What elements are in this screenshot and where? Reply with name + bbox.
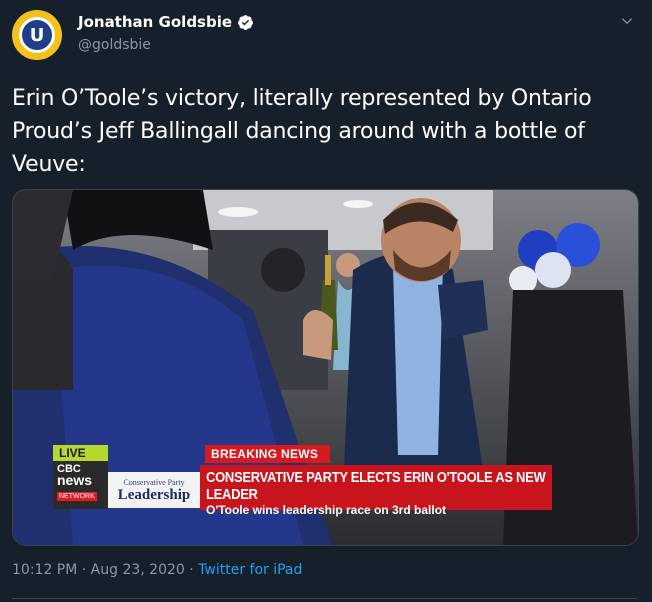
display-name[interactable]: Jonathan Goldsbie	[78, 13, 232, 31]
program-subtitle: Conservative Party	[123, 477, 185, 487]
news-subheadline: O'Toole wins leadership race on 3rd ball…	[206, 503, 447, 517]
tweet-timestamp[interactable]: 10:12 PM · Aug 23, 2020 ·	[12, 562, 198, 578]
union-logo-icon: U	[19, 17, 55, 53]
tweet-media-image[interactable]: LIVE CBC news NETWORK Conservative Party…	[12, 189, 639, 546]
avatar-letter: U	[29, 24, 45, 46]
verified-badge-icon	[238, 14, 253, 30]
cbc-network-label: NETWORK	[57, 492, 97, 501]
tweet-meta: 10:12 PM · Aug 23, 2020 · Twitter for iP…	[12, 562, 302, 578]
news-headline-box: CONSERVATIVE PARTY ELECTS ERIN O'TOOLE A…	[200, 465, 552, 517]
tweet-source-link[interactable]: Twitter for iPad	[198, 562, 302, 578]
cbc-news-logo: CBC news NETWORK	[53, 461, 108, 509]
breaking-news-label: BREAKING NEWS	[205, 445, 330, 463]
tweet-text: Erin O’Toole’s victory, literally repres…	[12, 86, 592, 177]
cbc-logo-news: news	[57, 472, 93, 488]
avatar[interactable]: U	[12, 10, 62, 60]
news-headline: CONSERVATIVE PARTY ELECTS ERIN O'TOOLE A…	[206, 468, 546, 503]
divider	[12, 598, 637, 599]
author-name-row[interactable]: Jonathan Goldsbie	[78, 13, 254, 31]
program-title: Leadership	[117, 486, 191, 503]
program-title-box: Conservative Party Leadership	[108, 472, 200, 508]
author-handle[interactable]: @goldsbie	[78, 37, 151, 53]
live-badge: LIVE	[53, 445, 108, 461]
chevron-down-icon[interactable]	[620, 14, 634, 28]
